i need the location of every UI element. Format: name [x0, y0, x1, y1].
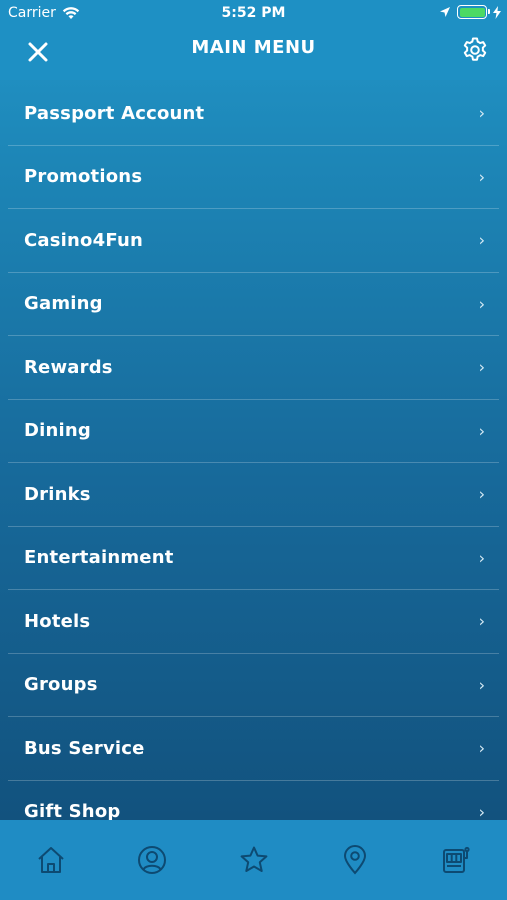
chevron-right-icon: ›	[478, 802, 485, 822]
menu-item-dining[interactable]: Dining ›	[8, 400, 499, 463]
status-right	[439, 5, 501, 19]
chevron-right-icon: ›	[478, 675, 485, 695]
menu-item-label: Entertainment	[24, 547, 174, 569]
chevron-right-icon: ›	[478, 611, 485, 631]
app-screen: Carrier 5:52 PM MAIN MENU Passport Accou…	[0, 0, 507, 900]
chevron-right-icon: ›	[478, 484, 485, 504]
charging-bolt-icon	[493, 5, 501, 19]
menu-item-label: Rewards	[24, 356, 113, 378]
menu-item-label: Hotels	[24, 610, 91, 632]
menu-item-groups[interactable]: Groups ›	[8, 654, 499, 717]
chevron-right-icon: ›	[478, 357, 485, 377]
chevron-right-icon: ›	[478, 230, 485, 250]
menu-item-label: Groups	[24, 674, 98, 696]
menu-item-label: Passport Account	[24, 102, 205, 124]
menu-item-label: Bus Service	[24, 737, 145, 759]
chevron-right-icon: ›	[478, 103, 485, 123]
menu-item-label: Dining	[24, 420, 91, 442]
menu-item-label: Promotions	[24, 166, 143, 188]
settings-button[interactable]	[461, 36, 489, 64]
menu-item-label: Casino4Fun	[24, 229, 143, 251]
gear-icon	[463, 37, 487, 61]
menu-item-drinks[interactable]: Drinks ›	[8, 463, 499, 527]
main-menu-list: Passport Account › Promotions › Casino4F…	[0, 82, 507, 844]
battery-level	[459, 7, 485, 17]
tab-favorites[interactable]	[203, 820, 304, 900]
location-arrow-icon	[440, 7, 450, 17]
star-icon	[240, 846, 267, 872]
battery-icon	[457, 5, 490, 19]
menu-item-label: Gaming	[24, 293, 103, 315]
menu-item-casino4fun[interactable]: Casino4Fun ›	[8, 209, 499, 273]
menu-item-gaming[interactable]: Gaming ›	[8, 273, 499, 336]
tab-home[interactable]	[0, 820, 101, 900]
chevron-right-icon: ›	[478, 167, 485, 187]
slot-machine-icon	[443, 846, 470, 873]
menu-item-rewards[interactable]: Rewards ›	[8, 336, 499, 400]
bottom-tab-bar	[0, 820, 507, 900]
location-pin-icon	[343, 845, 366, 875]
header: MAIN MENU	[0, 28, 507, 80]
tab-profile[interactable]	[101, 820, 202, 900]
chevron-right-icon: ›	[478, 738, 485, 758]
menu-item-label: Drinks	[24, 483, 91, 505]
status-bar: Carrier 5:52 PM	[0, 0, 507, 28]
menu-item-passport-account[interactable]: Passport Account ›	[8, 82, 499, 146]
menu-item-promotions[interactable]: Promotions ›	[8, 146, 499, 209]
profile-icon	[138, 846, 167, 874]
chevron-right-icon: ›	[478, 294, 485, 314]
menu-item-entertainment[interactable]: Entertainment ›	[8, 527, 499, 590]
tab-gaming[interactable]	[406, 820, 507, 900]
page-title: MAIN MENU	[191, 37, 316, 58]
menu-item-hotels[interactable]: Hotels ›	[8, 590, 499, 654]
chevron-right-icon: ›	[478, 548, 485, 568]
status-time: 5:52 PM	[221, 5, 286, 21]
tab-locations[interactable]	[304, 820, 405, 900]
chevron-right-icon: ›	[478, 421, 485, 441]
menu-item-bus-service[interactable]: Bus Service ›	[8, 717, 499, 781]
home-icon	[38, 847, 64, 873]
